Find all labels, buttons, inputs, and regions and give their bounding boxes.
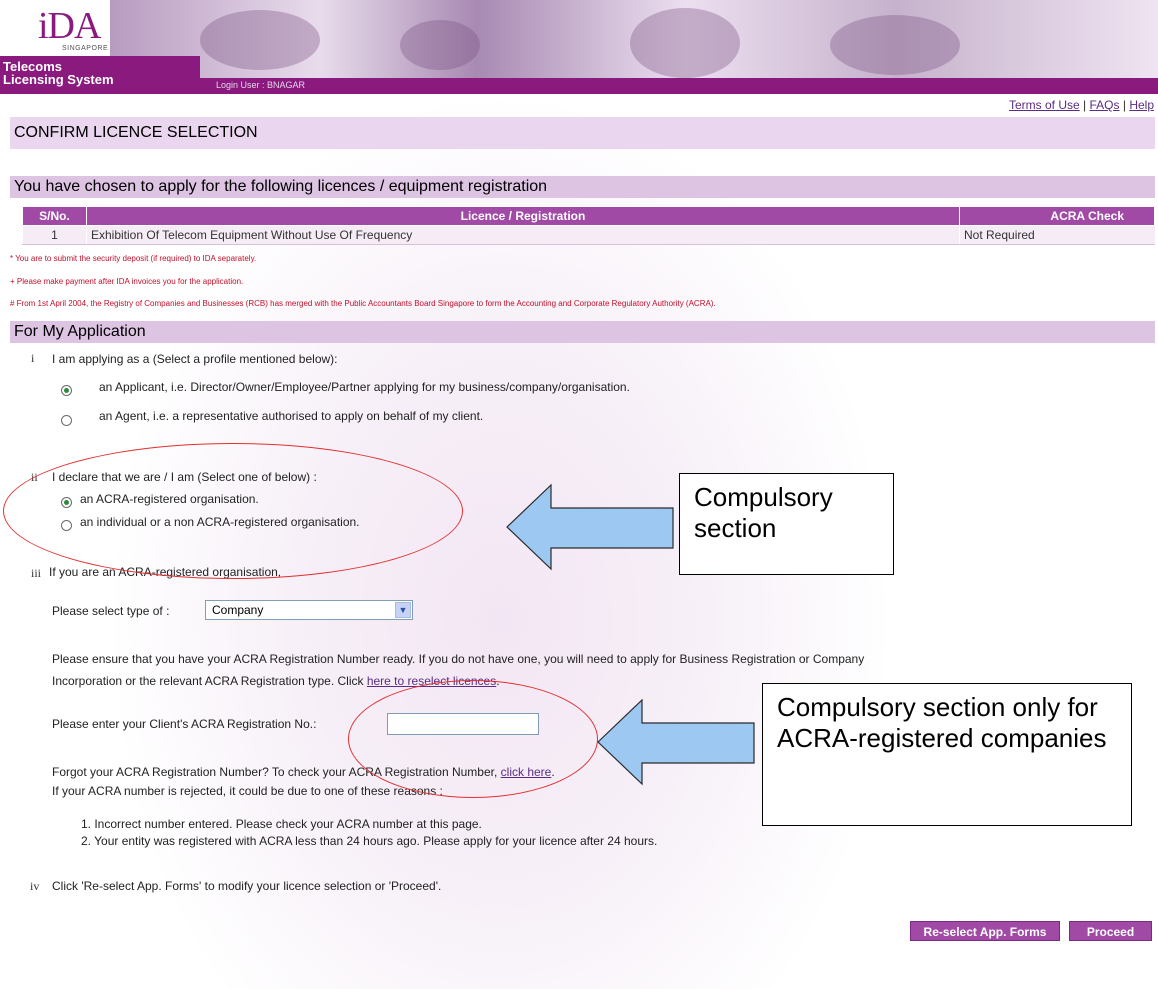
ensure-text-line2-start: Incorporation or the relevant ACRA Regis… xyxy=(52,674,364,688)
header-banner-image xyxy=(110,0,1158,78)
table-row: 1 Exhibition Of Telecom Equipment Withou… xyxy=(22,225,1155,245)
q1-option-agent-label: an Agent, i.e. a representative authoris… xyxy=(99,409,484,423)
note-security-deposit: * You are to submit the security deposit… xyxy=(10,254,257,263)
column-header-sno: S/No. xyxy=(22,206,87,226)
highlight-ellipse-acra-input xyxy=(348,680,598,798)
logo-text: iDA xyxy=(38,5,101,47)
column-header-acra: ACRA Check xyxy=(959,206,1155,226)
terms-link[interactable]: Terms of Use xyxy=(1009,98,1080,112)
arrow-left-icon xyxy=(597,698,755,786)
satellite-dish-image xyxy=(200,10,320,70)
cell-licence: Exhibition Of Telecom Equipment Without … xyxy=(86,225,960,245)
q1-option-applicant-radio[interactable] xyxy=(61,382,72,400)
highlight-ellipse-q2 xyxy=(3,443,463,579)
top-links: Terms of Use | FAQs | Help xyxy=(1009,98,1154,112)
q1-option-applicant-label: an Applicant, i.e. Director/Owner/Employ… xyxy=(99,380,630,394)
reason-item: 2. Your entity was registered with ACRA … xyxy=(81,834,658,848)
page-title: CONFIRM LICENCE SELECTION xyxy=(10,117,1155,149)
q1-text: I am applying as a (Select a profile men… xyxy=(52,352,338,366)
chevron-down-icon[interactable]: ▼ xyxy=(395,602,411,618)
q3-numeral: iii xyxy=(31,566,42,580)
table-header-row: S/No. Licence / Registration ACRA Check xyxy=(22,206,1155,226)
cell-acra: Not Required xyxy=(959,225,1155,245)
note-acra-merge: # From 1st April 2004, the Registry of C… xyxy=(10,299,716,308)
rejected-text: If your ACRA number is rejected, it coul… xyxy=(52,784,443,798)
login-user-label: Login User : BNAGAR xyxy=(216,80,306,90)
ida-logo[interactable]: iDA SINGAPORE xyxy=(0,0,110,56)
acra-reg-label: Please enter your Client's ACRA Registra… xyxy=(52,717,317,731)
reason-item: 1. Incorrect number entered. Please chec… xyxy=(81,817,482,831)
system-name-line2: Licensing System xyxy=(3,72,114,87)
logo-subtext: SINGAPORE xyxy=(62,45,109,52)
q4-numeral: iv xyxy=(30,879,40,893)
q1-numeral: i xyxy=(31,351,35,365)
site-header: iDA SINGAPORE Telecoms Licensing System … xyxy=(0,0,1158,94)
licences-heading: You have chosen to apply for the followi… xyxy=(10,176,1155,198)
org-type-value: Company xyxy=(212,603,264,617)
callout-compulsory: Compulsory section xyxy=(679,473,894,575)
application-heading: For My Application xyxy=(10,321,1155,343)
arrow-left-icon xyxy=(506,483,674,571)
callout-compulsory-acra: Compulsory section only for ACRA-registe… xyxy=(762,683,1132,826)
note-payment: + Please make payment after IDA invoices… xyxy=(10,277,244,286)
link-separator: | xyxy=(1083,98,1087,112)
cell-sno: 1 xyxy=(22,225,87,245)
link-separator: | xyxy=(1122,98,1126,112)
reselect-app-forms-button[interactable]: Re-select App. Forms xyxy=(910,921,1060,941)
licence-table: S/No. Licence / Registration ACRA Check … xyxy=(22,206,1155,245)
help-link[interactable]: Help xyxy=(1129,98,1154,112)
org-type-label: Please select type of : xyxy=(52,604,170,618)
column-header-licence: Licence / Registration xyxy=(86,206,960,226)
antenna-image xyxy=(630,8,740,78)
dish-image xyxy=(830,15,960,75)
proceed-button[interactable]: Proceed xyxy=(1069,921,1152,941)
faqs-link[interactable]: FAQs xyxy=(1089,98,1119,112)
ensure-text-line1: Please ensure that you have your ACRA Re… xyxy=(52,652,865,666)
system-name: Telecoms Licensing System xyxy=(0,56,200,94)
q4-text: Click 'Re-select App. Forms' to modify y… xyxy=(52,879,442,893)
org-type-select[interactable]: Company ▼ xyxy=(205,600,413,620)
header-bar xyxy=(200,78,1158,94)
equipment-image xyxy=(400,20,480,70)
q1-option-agent-radio[interactable] xyxy=(61,412,72,430)
